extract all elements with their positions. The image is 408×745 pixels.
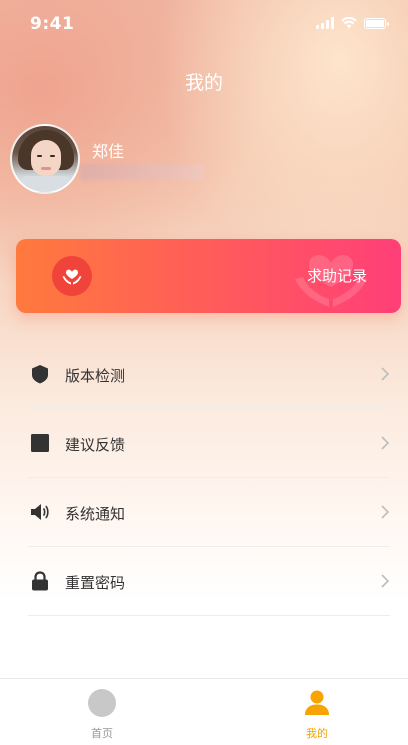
menu-item-notifications[interactable]: 系统通知: [28, 478, 390, 547]
chevron-right-icon: [381, 367, 390, 381]
signal-icon: [316, 17, 334, 29]
shield-icon: [32, 365, 48, 384]
status-time: 9:41: [30, 14, 75, 34]
menu-item-label: 重置密码: [65, 574, 126, 592]
user-name: 郑佳: [92, 142, 125, 161]
tab-mine-label: 我的: [306, 727, 328, 740]
tab-home-label: 首页: [91, 727, 113, 740]
chevron-right-icon: [381, 436, 390, 450]
menu-item-label: 建议反馈: [65, 436, 126, 454]
menu-item-reset-password[interactable]: 重置密码: [28, 547, 390, 616]
tab-home[interactable]: 首页: [42, 679, 162, 745]
battery-icon: [364, 18, 389, 29]
avatar[interactable]: [10, 124, 80, 194]
status-icons: [316, 17, 389, 29]
help-records-card[interactable]: 求助记录: [16, 239, 401, 313]
heart-hands-icon: [52, 256, 92, 296]
person-icon: [305, 690, 329, 715]
settings-menu: 版本检测 建议反馈 系统通知 重置密码: [28, 340, 390, 616]
help-records-label: 求助记录: [306, 267, 367, 285]
square-icon: [31, 434, 49, 452]
menu-item-label: 版本检测: [65, 367, 126, 385]
chevron-right-icon: [381, 574, 390, 588]
page-title: 我的: [184, 72, 223, 94]
user-subtitle-blurred: [80, 164, 204, 180]
status-bar: 9:41: [0, 0, 408, 50]
home-circle-icon: [88, 689, 116, 717]
wifi-icon: [341, 17, 357, 29]
tab-mine[interactable]: 我的: [257, 679, 377, 745]
speaker-icon: [31, 504, 49, 520]
chevron-right-icon: [381, 505, 390, 519]
bottom-tab-bar: 首页 我的: [0, 678, 408, 745]
lock-icon: [32, 571, 48, 591]
menu-item-version-check[interactable]: 版本检测: [28, 340, 390, 409]
menu-item-feedback[interactable]: 建议反馈: [28, 409, 390, 478]
menu-item-label: 系统通知: [65, 505, 126, 523]
